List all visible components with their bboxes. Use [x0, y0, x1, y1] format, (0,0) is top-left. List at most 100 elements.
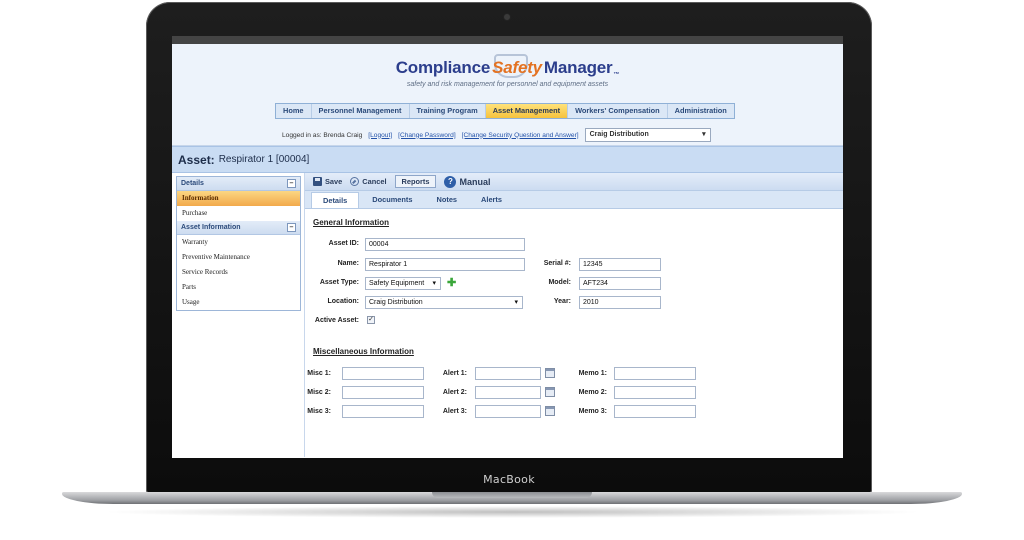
model-label: Model: [548, 279, 571, 286]
sidebar-panel: Details – Information Purchase Asset Inf… [176, 176, 301, 311]
memo-3-label: Memo 3: [578, 408, 607, 415]
sidebar-item-information[interactable]: Information [177, 191, 300, 206]
login-row: Logged in as: Brenda Craig [Logout] [Cha… [282, 128, 711, 142]
tab-alerts[interactable]: Alerts [470, 191, 513, 208]
memo-1-label: Memo 1: [578, 370, 607, 377]
app-logo[interactable]: Compliance Safety Manager ™ [395, 54, 620, 78]
location-label: Location: [327, 298, 360, 305]
sidebar-item-service-records[interactable]: Service Records [177, 265, 300, 280]
misc-2-field[interactable] [342, 386, 424, 399]
nav-administration[interactable]: Administration [668, 104, 734, 118]
tab-documents[interactable]: Documents [361, 191, 423, 208]
app-header: Compliance Safety Manager ™ safety and r… [172, 44, 843, 146]
asset-name: Respirator 1 [00004] [218, 154, 310, 165]
collapse-icon[interactable]: – [287, 223, 296, 232]
active-asset-checkbox[interactable]: ✓ [367, 316, 375, 324]
logo-text-compliance: Compliance [395, 58, 491, 77]
body-area: Details – Information Purchase Asset Inf… [172, 173, 843, 457]
sidebar-item-warranty[interactable]: Warranty [177, 235, 300, 250]
alert-1-field[interactable] [475, 367, 541, 380]
sidebar-header-details-label: Details [181, 180, 204, 187]
logo-text-manager: Manager [543, 58, 613, 77]
memo-1-field[interactable] [614, 367, 696, 380]
general-information-title: General Information [313, 218, 390, 227]
name-field[interactable]: Respirator 1 [365, 258, 525, 271]
save-label: Save [325, 177, 343, 186]
sidebar-header-details[interactable]: Details – [177, 177, 300, 191]
alert-2-field[interactable] [475, 386, 541, 399]
nav-home[interactable]: Home [276, 104, 312, 118]
save-icon [313, 177, 322, 186]
memo-2-field[interactable] [614, 386, 696, 399]
collapse-icon[interactable]: – [287, 179, 296, 188]
reports-button[interactable]: Reports [394, 175, 437, 188]
calendar-icon[interactable] [545, 387, 555, 397]
misc-1-field[interactable] [342, 367, 424, 380]
organization-select[interactable]: Craig Distribution [584, 128, 711, 142]
logo-text-safety: Safety [490, 54, 544, 78]
main-panel: Save Cancel Reports ? Manual Details Doc… [304, 173, 843, 457]
location-select[interactable]: Craig Distribution [365, 296, 523, 309]
alert-3-field[interactable] [475, 405, 541, 418]
nav-asset-management[interactable]: Asset Management [485, 104, 569, 118]
sidebar-header-asset-information[interactable]: Asset Information – [177, 221, 300, 235]
calendar-icon[interactable] [545, 406, 555, 416]
nav-training-program[interactable]: Training Program [410, 104, 486, 118]
laptop-shadow [100, 506, 924, 518]
details-form: General Information Asset ID: 00004 Name… [305, 209, 843, 449]
tab-notes[interactable]: Notes [426, 191, 469, 208]
nav-personnel-management[interactable]: Personnel Management [312, 104, 410, 118]
model-field[interactable]: AFT234 [579, 277, 661, 290]
save-button[interactable]: Save [313, 177, 342, 186]
sidebar-header-asset-information-label: Asset Information [181, 224, 241, 231]
misc-3-field[interactable] [342, 405, 424, 418]
active-asset-label: Active Asset: [314, 317, 359, 324]
misc-1-label: Misc 1: [307, 370, 331, 377]
laptop-brand: MacBook [483, 473, 535, 486]
sidebar-item-usage[interactable]: Usage [177, 295, 300, 310]
year-label: Year: [553, 298, 571, 305]
asset-type-label: Asset Type: [319, 279, 359, 286]
asset-id-label: Asset ID: [328, 240, 359, 247]
memo-2-label: Memo 2: [578, 389, 607, 396]
misc-2-label: Misc 2: [307, 389, 331, 396]
asset-type-select[interactable]: Safety Equipment [365, 277, 441, 290]
misc-information-title: Miscellaneous Information [313, 347, 414, 356]
logo-trademark: ™ [613, 72, 620, 78]
sidebar-item-preventive-maintenance[interactable]: Preventive Maintenance [177, 250, 300, 265]
change-password-link[interactable]: [Change Password] [398, 132, 456, 139]
cancel-icon [350, 177, 360, 186]
cancel-button[interactable]: Cancel [350, 177, 387, 186]
calendar-icon[interactable] [545, 368, 555, 378]
add-asset-type-icon[interactable]: ✚ [447, 278, 456, 289]
manual-button[interactable]: ? Manual [444, 175, 490, 188]
sidebar: Details – Information Purchase Asset Inf… [172, 173, 304, 457]
camera-icon [504, 14, 510, 20]
alert-3-label: Alert 3: [442, 408, 467, 415]
toolbar: Save Cancel Reports ? Manual [305, 173, 843, 191]
tab-details[interactable]: Details [311, 192, 360, 208]
logout-link[interactable]: [Logout] [368, 132, 392, 139]
memo-3-field[interactable] [614, 405, 696, 418]
sidebar-item-purchase[interactable]: Purchase [177, 206, 300, 221]
name-label: Name: [337, 260, 359, 267]
main-nav: Home Personnel Management Training Progr… [275, 103, 735, 119]
alert-2-label: Alert 2: [442, 389, 467, 396]
sidebar-item-parts[interactable]: Parts [177, 280, 300, 295]
alert-1-label: Alert 1: [442, 370, 467, 377]
serial-field[interactable]: 12345 [579, 258, 661, 271]
tagline: safety and risk management for personnel… [406, 81, 609, 88]
serial-label: Serial #: [543, 260, 571, 267]
laptop-notch [432, 492, 592, 498]
change-security-link[interactable]: [Change Security Question and Answer] [462, 132, 579, 139]
year-field[interactable]: 2010 [579, 296, 661, 309]
nav-workers-compensation[interactable]: Workers' Compensation [568, 104, 668, 118]
logo-safety-word: Safety [492, 58, 542, 77]
asset-label: Asset: [178, 152, 215, 167]
browser-chrome [172, 36, 843, 44]
asset-id-field[interactable]: 00004 [365, 238, 525, 251]
help-icon: ? [444, 175, 457, 188]
tab-bar: Details Documents Notes Alerts [305, 191, 843, 209]
asset-title-bar: Asset: Respirator 1 [00004] [172, 146, 843, 173]
cancel-label: Cancel [362, 177, 387, 186]
